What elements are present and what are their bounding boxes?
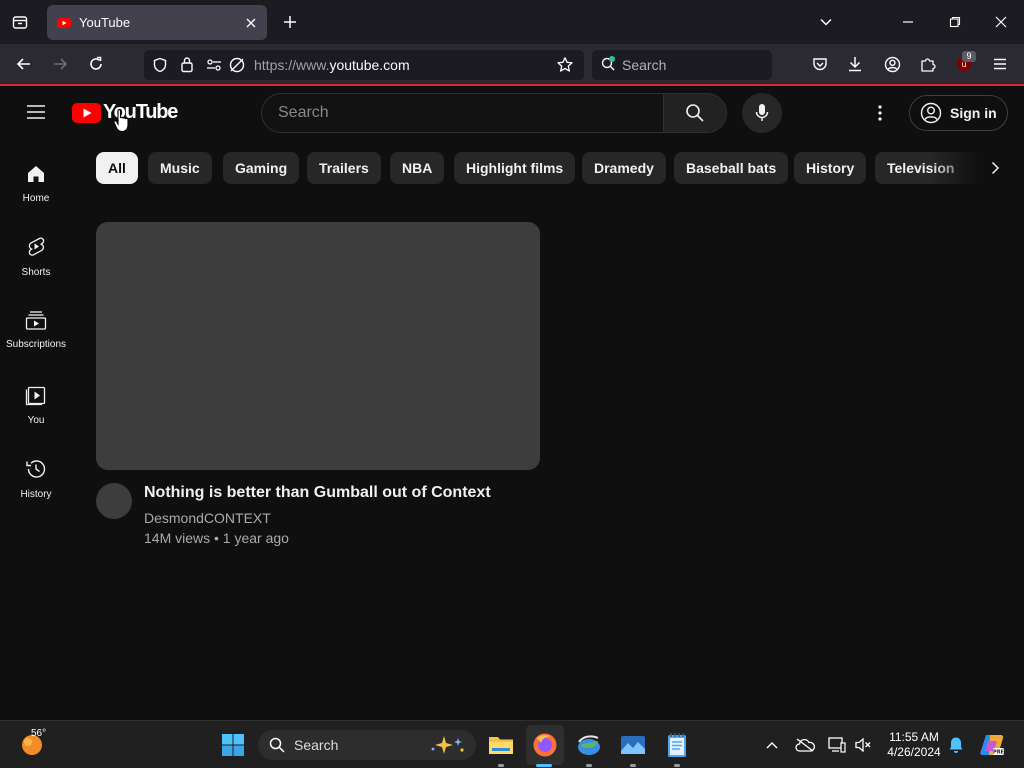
chip-baseball-bats[interactable]: Baseball bats <box>674 152 789 184</box>
permissions-icon[interactable] <box>206 57 222 73</box>
notepad-icon[interactable] <box>663 731 691 759</box>
user-circle-icon <box>920 102 942 124</box>
chip-history[interactable]: History <box>794 152 867 184</box>
browser-search-placeholder: Search <box>622 57 667 73</box>
sidebar-item-shorts[interactable]: Shorts <box>0 236 72 278</box>
browser-tab-bar: YouTube <box>0 0 1024 44</box>
history-icon <box>26 460 46 478</box>
weather-temperature: 56° <box>31 728 47 739</box>
taskbar-search-placeholder: Search <box>294 737 339 753</box>
minimize-icon[interactable] <box>896 10 920 34</box>
chip-fade-overlay <box>930 148 980 188</box>
download-icon[interactable] <box>843 52 867 76</box>
chip-dramedy[interactable]: Dramedy <box>582 152 666 184</box>
youtube-favicon-icon <box>57 17 71 28</box>
windows-taskbar: 56° Search 11:55 AM 4/26/2024 PRE <box>0 720 1024 768</box>
new-tab-icon[interactable] <box>278 10 302 34</box>
address-bar[interactable]: https://www.youtube.com <box>144 50 584 80</box>
photos-app-indicator <box>630 764 636 767</box>
display-icon[interactable] <box>826 735 848 755</box>
sign-in-button[interactable]: Sign in <box>909 95 1008 131</box>
menu-hamburger-icon[interactable] <box>988 52 1012 76</box>
sidebar-item-history[interactable]: History <box>0 458 72 500</box>
volume-muted-icon[interactable] <box>852 735 874 755</box>
chevron-down-icon[interactable] <box>814 10 838 34</box>
youtube-search-input[interactable]: Search <box>261 93 663 133</box>
file-explorer-icon[interactable] <box>487 731 515 759</box>
pocket-icon[interactable] <box>808 52 832 76</box>
chip-highlight-films[interactable]: Highlight films <box>454 152 576 184</box>
tracking-protection-off-icon[interactable] <box>228 56 246 74</box>
shield-icon[interactable] <box>152 57 168 73</box>
url-text[interactable]: https://www.youtube.com <box>254 57 410 73</box>
you-icon <box>25 386 46 406</box>
subscriptions-icon <box>25 311 47 330</box>
firefox-active-indicator <box>536 764 552 767</box>
search-icon <box>686 104 704 122</box>
more-vertical-icon[interactable] <box>868 101 892 125</box>
extension-badge-count: 9 <box>962 51 976 62</box>
notepad-indicator <box>674 764 680 767</box>
video-meta: 14M views • 1 year ago <box>144 530 289 546</box>
youtube-page: YouTube Search Sign in Home Shorts Subsc… <box>0 88 1024 720</box>
video-channel-name[interactable]: DesmondCONTEXT <box>144 510 271 526</box>
taskbar-clock[interactable]: 11:55 AM 4/26/2024 <box>880 730 948 760</box>
forward-icon[interactable] <box>48 52 72 76</box>
account-icon[interactable] <box>880 52 904 76</box>
chip-nba[interactable]: NBA <box>390 152 445 184</box>
back-icon[interactable] <box>12 52 36 76</box>
browser-tab-youtube[interactable]: YouTube <box>47 5 267 40</box>
taskbar-search-box[interactable]: Search <box>258 730 476 760</box>
chip-gaming[interactable]: Gaming <box>223 152 300 184</box>
sign-in-label: Sign in <box>950 105 997 121</box>
video-thumbnail[interactable] <box>96 222 540 470</box>
voice-search-button[interactable] <box>742 93 782 133</box>
onedrive-offline-icon[interactable] <box>794 735 816 755</box>
tab-title: YouTube <box>79 15 131 30</box>
windows-start-icon[interactable] <box>220 732 246 758</box>
firefox-icon[interactable] <box>531 731 559 759</box>
microphone-icon <box>755 104 769 121</box>
file-explorer-indicator <box>498 764 504 767</box>
sparkle-icon <box>431 736 464 754</box>
svg-text:PRE: PRE <box>993 750 1005 756</box>
lock-icon[interactable] <box>180 56 194 73</box>
search-icon <box>269 737 285 753</box>
youtube-play-icon <box>72 102 101 123</box>
close-tab-icon[interactable] <box>245 17 257 29</box>
chip-trailers[interactable]: Trailers <box>307 152 381 184</box>
restore-icon[interactable] <box>943 10 967 34</box>
photos-app-icon[interactable] <box>619 731 647 759</box>
extensions-puzzle-icon[interactable] <box>916 52 940 76</box>
clock-date: 4/26/2024 <box>887 745 941 759</box>
copilot-icon[interactable]: PRE <box>978 731 1006 759</box>
search-engine-icon <box>601 56 615 71</box>
youtube-search-placeholder: Search <box>278 104 329 121</box>
home-icon <box>28 166 44 182</box>
mouse-pointer-icon <box>113 109 129 133</box>
video-title[interactable]: Nothing is better than Gumball out of Co… <box>144 484 491 502</box>
earth-app-indicator <box>586 764 592 767</box>
list-all-tabs-icon[interactable] <box>8 10 32 34</box>
browser-search-bar[interactable]: Search <box>592 50 772 80</box>
shorts-icon <box>28 237 45 256</box>
chips-next-chevron-icon[interactable] <box>983 156 1007 180</box>
sidebar-item-home[interactable]: Home <box>0 164 72 204</box>
close-window-icon[interactable] <box>989 10 1013 34</box>
chip-all[interactable]: All <box>96 152 138 184</box>
chevron-up-icon[interactable] <box>762 735 782 755</box>
sidebar-item-subscriptions[interactable]: Subscriptions <box>0 310 72 350</box>
guide-menu-icon[interactable] <box>22 100 50 124</box>
channel-avatar[interactable] <box>96 483 132 519</box>
earth-app-icon[interactable] <box>575 731 603 759</box>
reload-icon[interactable] <box>84 52 108 76</box>
youtube-search-button[interactable] <box>663 93 727 133</box>
chip-music[interactable]: Music <box>148 152 212 184</box>
clock-time: 11:55 AM <box>889 730 939 744</box>
bookmark-star-icon[interactable] <box>556 56 574 74</box>
notification-bell-icon[interactable] <box>946 735 966 755</box>
sidebar-item-you[interactable]: You <box>0 384 72 426</box>
